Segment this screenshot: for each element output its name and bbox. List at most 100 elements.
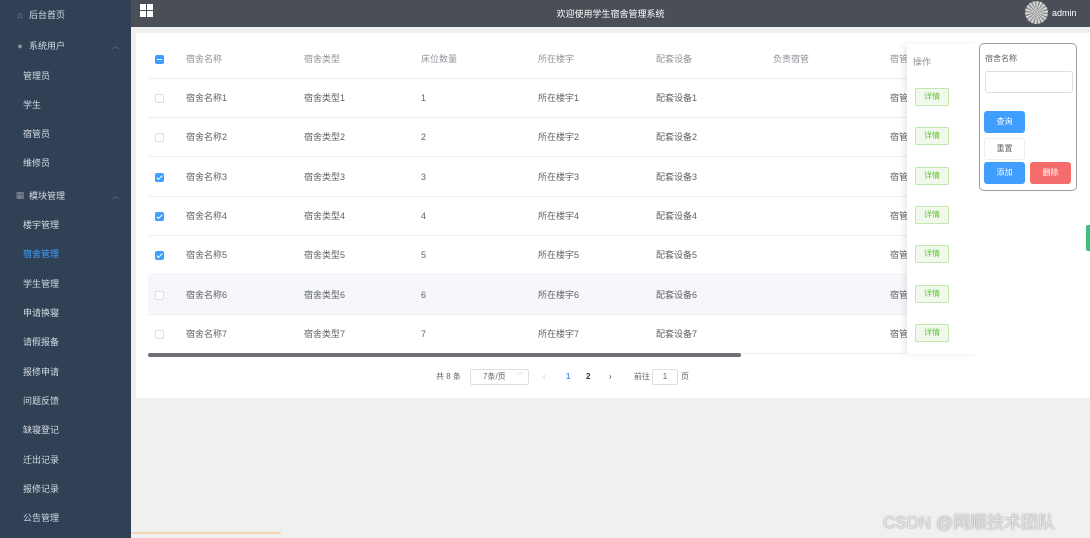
dorm-name-input[interactable] [985, 71, 1073, 93]
prev-page-button[interactable]: ‹ [543, 369, 546, 385]
goto-page-input[interactable]: 1 [652, 369, 678, 385]
table-row[interactable]: 宿舍名称1 宿舍类型1 1 所在楼宇1 配套设备1 宿管 [148, 79, 978, 118]
table-cell: 宿管 [890, 132, 909, 143]
table-cell: 配套设备4 [656, 210, 698, 221]
table-cell: 宿舍类型6 [304, 289, 346, 300]
table-cell: 宿舍名称6 [186, 289, 228, 300]
sidebar-item-students[interactable]: 学生管理 [0, 269, 131, 298]
sidebar-item-notices[interactable]: 公告管理 [0, 503, 131, 532]
sidebar-item-admin[interactable]: 管理员 [0, 61, 131, 90]
sidebar-item-label: 学生管理 [23, 279, 60, 289]
row-checkbox[interactable] [155, 133, 164, 143]
page-size-select[interactable]: 7条/页 ﹀ [470, 369, 529, 385]
table-row[interactable]: 宿舍名称4 宿舍类型4 4 所在楼宇4 配套设备4 宿管 [148, 197, 978, 236]
detail-button[interactable]: 详情 [915, 88, 949, 106]
sidebar-item-home[interactable]: ⌂ 后台首页 [0, 0, 131, 29]
sidebar-item-label: 申请换寝 [23, 308, 60, 318]
sidebar-item-dorm-keeper[interactable]: 宿管员 [0, 119, 131, 148]
sidebar-item-label: 公告管理 [23, 513, 60, 523]
table-cell: 1 [421, 93, 427, 103]
sidebar-group-label: 系统用户 [29, 41, 66, 51]
operation-column: 操作 详情 详情 详情 详情 详情 详情 详情 [907, 44, 978, 354]
table-cell: 配套设备2 [656, 132, 698, 143]
detail-button[interactable]: 详情 [915, 284, 949, 303]
sidebar-item-absence[interactable]: 缺寝登记 [0, 415, 131, 444]
sidebar-item-move-out[interactable]: 迁出记录 [0, 445, 131, 474]
page-size-value: 7条/页 [483, 372, 506, 381]
sidebar-item-label: 宿管员 [23, 129, 51, 139]
table-header-row: 宿舍名称 宿舍类型 床位数量 所在楼宇 配套设备 负责宿管 宿管 [148, 40, 978, 79]
select-all-checkbox[interactable] [155, 55, 164, 64]
watermark: CSDN @网顺技术团队 [883, 513, 1056, 532]
sidebar-item-repairman[interactable]: 维修员 [0, 148, 131, 177]
delete-button[interactable]: 删除 [1030, 162, 1071, 184]
table-cell: 宿舍名称7 [186, 328, 228, 339]
column-header: 宿管 [890, 54, 909, 64]
detail-button[interactable]: 详情 [915, 127, 949, 146]
detail-button[interactable]: 详情 [915, 205, 949, 224]
side-handle[interactable] [1086, 225, 1090, 251]
page-number-1[interactable]: 1 [566, 369, 570, 385]
sidebar-group-modules[interactable]: ▦ 模块管理 ︿ [0, 181, 131, 210]
home-icon: ⌂ [17, 9, 23, 20]
row-checkbox[interactable] [155, 211, 164, 221]
row-checkbox[interactable] [155, 329, 164, 339]
row-checkbox[interactable] [155, 251, 164, 261]
table-cell: 宿管 [890, 171, 909, 182]
column-header: 宿舍名称 [186, 54, 223, 64]
table-row[interactable]: 宿舍名称6 宿舍类型6 6 所在楼宇6 配套设备6 宿管 [148, 275, 978, 315]
sidebar-item-room-change[interactable]: 申请换寝 [0, 298, 131, 327]
table-row[interactable]: 宿舍名称2 宿舍类型2 2 所在楼宇2 配套设备2 宿管 [148, 118, 978, 158]
table-cell: 宿舍类型3 [304, 171, 346, 182]
table-cell: 配套设备3 [656, 171, 698, 182]
table-cell: 宿舍名称3 [186, 171, 228, 182]
detail-button[interactable]: 详情 [915, 166, 949, 185]
sidebar-item-label: 请假报备 [23, 337, 60, 347]
table-cell: 7 [421, 328, 427, 339]
detail-button[interactable]: 详情 [915, 245, 949, 264]
table-cell: 宿舍类型1 [304, 93, 346, 103]
sidebar-item-label: 后台首页 [29, 10, 66, 20]
sidebar-item-feedback[interactable]: 问题反馈 [0, 386, 131, 415]
table-cell: 宿管 [890, 250, 909, 261]
query-button[interactable]: 查询 [984, 111, 1025, 133]
sidebar-item-label: 报修申请 [23, 367, 60, 377]
table-cell: 配套设备1 [656, 93, 698, 103]
table-row[interactable]: 宿舍名称3 宿舍类型3 3 所在楼宇3 配套设备3 宿管 [148, 158, 978, 197]
sidebar-item-student[interactable]: 学生 [0, 90, 131, 119]
add-button[interactable]: 添加 [984, 162, 1025, 184]
table-row[interactable]: 宿舍名称7 宿舍类型7 7 所在楼宇7 配套设备7 宿管 [148, 315, 978, 354]
avatar[interactable] [1025, 1, 1048, 24]
pagination-total: 共 8 条 [436, 372, 461, 381]
page-number-2[interactable]: 2 [586, 369, 590, 385]
table-cell: 所在楼宇5 [538, 250, 580, 261]
user-name[interactable]: admin [1052, 8, 1077, 18]
sidebar-item-buildings[interactable]: 楼宇管理 [0, 210, 131, 239]
sidebar-group-users[interactable]: ● 系统用户 ︿ [0, 31, 131, 60]
sidebar-item-repair-request[interactable]: 报修申请 [0, 357, 131, 386]
sidebar-item-repair-records[interactable]: 报修记录 [0, 474, 131, 503]
table-cell: 配套设备6 [656, 289, 698, 300]
goto-label: 前往 [634, 372, 650, 381]
row-checkbox[interactable] [155, 172, 164, 182]
table-row[interactable]: 宿舍名称5 宿舍类型5 5 所在楼宇5 配套设备5 宿管 [148, 236, 978, 276]
table-cell: 所在楼宇4 [538, 210, 580, 221]
table-cell: 宿舍名称2 [186, 132, 228, 143]
row-checkbox[interactable] [155, 290, 164, 300]
detail-button[interactable]: 详情 [915, 323, 949, 342]
table-horizontal-scrollbar[interactable] [148, 353, 741, 357]
sidebar-item-leave[interactable]: 请假报备 [0, 327, 131, 356]
row-checkbox[interactable] [155, 94, 164, 103]
sidebar-item-label: 迁出记录 [23, 455, 60, 465]
sidebar-item-label: 缺寝登记 [23, 425, 60, 435]
sidebar-item-label: 问题反馈 [23, 396, 60, 406]
column-header: 床位数量 [421, 54, 458, 64]
sidebar-item-dorms[interactable]: 宿舍管理 [0, 239, 131, 268]
decorative-line [131, 532, 281, 534]
table-cell: 配套设备7 [656, 328, 698, 339]
table-cell: 宿舍名称1 [186, 93, 228, 103]
sidebar-item-label: 维修员 [23, 158, 51, 168]
column-header: 宿舍类型 [304, 54, 341, 64]
next-page-button[interactable]: › [609, 369, 612, 385]
reset-button[interactable]: 重置 [984, 138, 1025, 160]
